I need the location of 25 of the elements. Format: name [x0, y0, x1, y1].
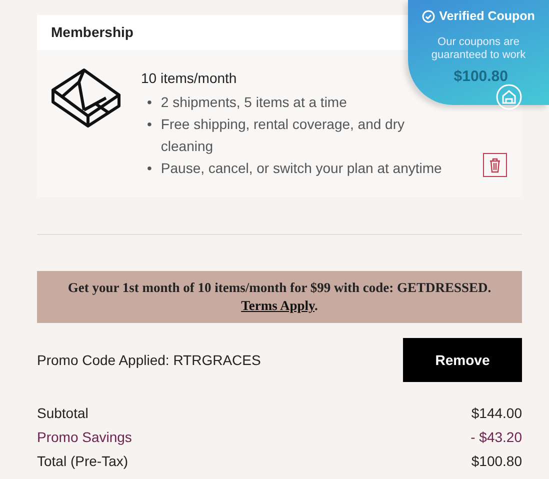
remove-button[interactable]: Remove: [403, 338, 522, 382]
price: $100.80: [454, 67, 508, 87]
plan-name: 10 items/month: [141, 69, 237, 88]
card-title: Membership: [51, 23, 134, 42]
total-value: - $43.20: [470, 428, 522, 447]
promo-code-label: Promo Code Applied: RTRGRACES: [37, 350, 261, 370]
bullet: •: [147, 159, 152, 178]
delete-button[interactable]: [483, 153, 507, 177]
total-value: $144.00: [471, 404, 522, 423]
terms-link[interactable]: Terms Apply: [241, 298, 315, 313]
trash-icon: [489, 158, 501, 172]
total-label: Total (Pre-Tax): [37, 452, 128, 471]
box-icon: [51, 68, 121, 128]
feature-item: 2 shipments, 5 items at a time: [160, 93, 347, 112]
bullet: •: [147, 93, 152, 112]
bullet: •: [147, 115, 152, 134]
total-label: Promo Savings: [37, 428, 132, 447]
feature-item: Free shipping, rental coverage, and dry cleaning: [160, 115, 406, 156]
total-value: $100.80: [471, 452, 522, 471]
feature-item: Pause, cancel, or switch your plan at anytime: [160, 159, 442, 178]
check-icon: [422, 10, 436, 23]
badge-title: Verified Coupon: [439, 8, 535, 25]
total-label: Subtotal: [37, 404, 88, 423]
badge-text: Our coupons are guaranteed to work: [430, 36, 527, 62]
promo-banner: Get your 1st month of 10 items/month for $99 with code: GETDRESSED. Terms Apply.: [37, 271, 522, 323]
